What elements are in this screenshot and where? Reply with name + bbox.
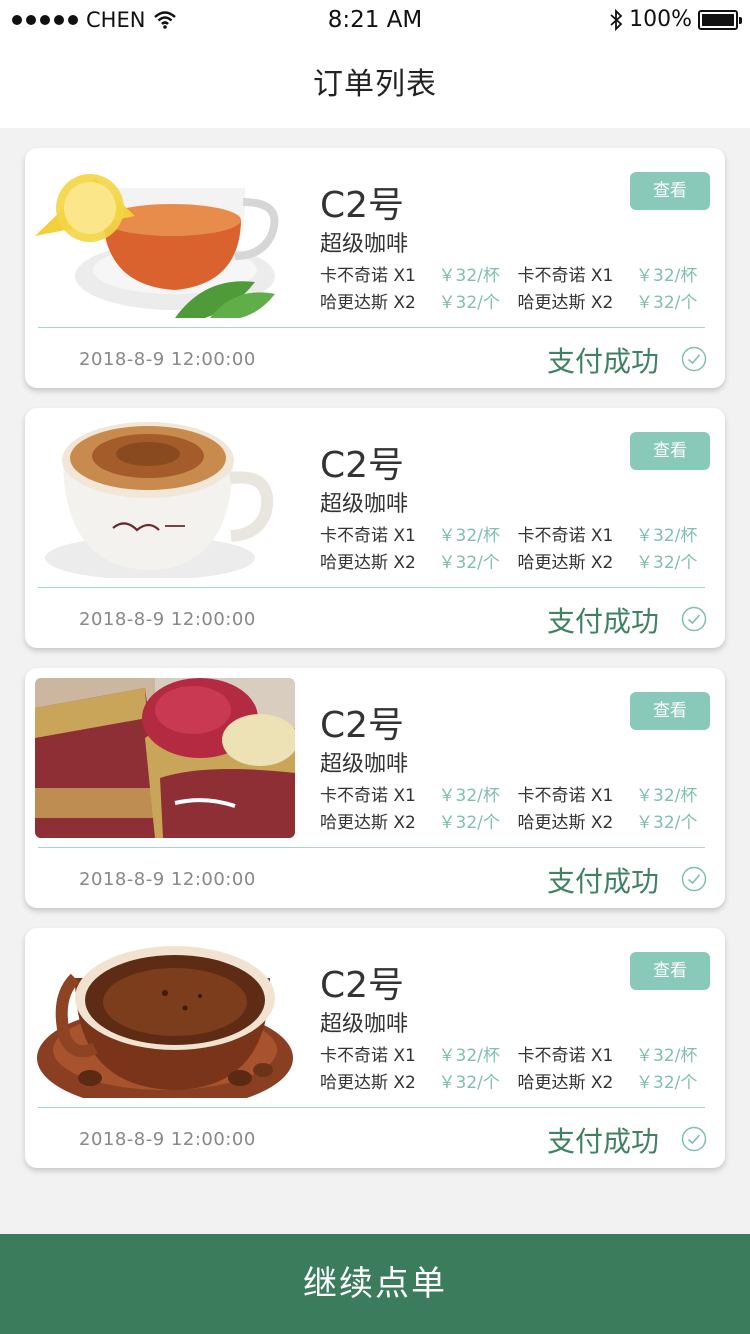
item-price: ￥32/个 [636,1073,698,1093]
item-price: ￥32/杯 [438,786,500,806]
battery-percent: 100% [629,7,692,32]
status-bar: CHEN 8:21 AM 100% [0,0,750,42]
check-circle-icon [681,606,707,632]
order-card[interactable]: C2号 超级咖啡 查看 卡不奇诺 X1 ￥32/杯 卡不奇诺 X1 ￥32/杯 … [25,928,725,1168]
check-circle-icon [681,866,707,892]
item-name: 哈更达斯 X2 [320,813,416,833]
item-name: 卡不奇诺 X1 [320,526,416,546]
item-price: ￥32/杯 [636,786,698,806]
item-row: 卡不奇诺 X1 ￥32/杯 卡不奇诺 X1 ￥32/杯 [320,780,715,807]
item-price: ￥32/个 [636,813,698,833]
card-divider [38,1107,705,1108]
view-button[interactable]: 查看 [630,952,710,990]
item-price: ￥32/杯 [636,266,698,286]
item-price: ￥32/杯 [438,1046,500,1066]
order-card[interactable]: C2号 超级咖啡 查看 卡不奇诺 X1 ￥32/杯 卡不奇诺 X1 ￥32/杯 … [25,668,725,908]
item-name: 卡不奇诺 X1 [517,1046,614,1066]
item-price: ￥32/杯 [636,526,698,546]
item-list: 卡不奇诺 X1 ￥32/杯 卡不奇诺 X1 ￥32/杯 哈更达斯 X2 ￥32/… [320,1040,715,1094]
item-row: 哈更达斯 X2 ￥32/个 哈更达斯 X2 ￥32/个 [320,547,715,574]
category-name: 超级咖啡 [320,492,409,517]
card-divider [38,327,705,328]
payment-status: 支付成功 [546,345,659,378]
item-name: 卡不奇诺 X1 [320,266,416,286]
order-time: 2018-8-9 12:00:00 [79,609,256,630]
item-row: 卡不奇诺 X1 ￥32/杯 卡不奇诺 X1 ￥32/杯 [320,520,715,547]
item-name: 卡不奇诺 X1 [517,786,614,806]
check-circle-icon [681,346,707,372]
item-name: 卡不奇诺 X1 [517,266,614,286]
nav-bar: 订单列表 [0,42,750,128]
item-name: 哈更达斯 X2 [320,293,416,313]
item-price: ￥32/个 [636,293,698,313]
item-name: 哈更达斯 X2 [320,553,416,573]
shop-name: C2号 [320,965,405,1006]
item-name: 卡不奇诺 X1 [320,786,416,806]
card-divider [38,847,705,848]
cappuccino-cup-image [35,418,295,578]
status-right: 100% [609,7,742,32]
item-price: ￥32/个 [438,293,500,313]
order-card[interactable]: C2号 超级咖啡 查看 卡不奇诺 X1 ￥32/杯 卡不奇诺 X1 ￥32/杯 … [25,408,725,648]
item-price: ￥32/杯 [636,1046,698,1066]
item-name: 哈更达斯 X2 [320,1073,416,1093]
item-row: 卡不奇诺 X1 ￥32/杯 卡不奇诺 X1 ￥32/杯 [320,1040,715,1067]
item-list: 卡不奇诺 X1 ￥32/杯 卡不奇诺 X1 ￥32/杯 哈更达斯 X2 ￥32/… [320,780,715,834]
item-row: 卡不奇诺 X1 ￥32/杯 卡不奇诺 X1 ￥32/杯 [320,260,715,287]
item-name: 哈更达斯 X2 [517,1073,614,1093]
order-card[interactable]: C2号 超级咖啡 查看 卡不奇诺 X1 ￥32/杯 卡不奇诺 X1 ￥32/杯 … [25,148,725,388]
category-name: 超级咖啡 [320,1012,409,1037]
shop-name: C2号 [320,185,405,226]
tea-cup-image [35,158,295,318]
order-list: C2号 超级咖啡 查看 卡不奇诺 X1 ￥32/杯 卡不奇诺 X1 ￥32/杯 … [25,148,725,1188]
item-price: ￥32/个 [438,1073,500,1093]
battery-icon [698,9,742,30]
item-row: 哈更达斯 X2 ￥32/个 哈更达斯 X2 ￥32/个 [320,1067,715,1094]
order-time: 2018-8-9 12:00:00 [79,869,256,890]
page-title: 订单列表 [313,67,437,102]
view-button[interactable]: 查看 [630,432,710,470]
view-button[interactable]: 查看 [630,692,710,730]
item-price: ￥32/个 [438,813,500,833]
shop-name: C2号 [320,705,405,746]
shop-name: C2号 [320,445,405,486]
category-name: 超级咖啡 [320,752,409,777]
item-name: 哈更达斯 X2 [517,813,614,833]
coffee-cup-image [35,938,295,1098]
card-divider [38,587,705,588]
order-time: 2018-8-9 12:00:00 [79,1129,256,1150]
item-name: 卡不奇诺 X1 [320,1046,416,1066]
item-list: 卡不奇诺 X1 ￥32/杯 卡不奇诺 X1 ￥32/杯 哈更达斯 X2 ￥32/… [320,520,715,574]
bluetooth-icon [610,8,623,31]
check-circle-icon [681,1126,707,1152]
item-price: ￥32/杯 [438,266,500,286]
item-row: 哈更达斯 X2 ￥32/个 哈更达斯 X2 ￥32/个 [320,807,715,834]
category-name: 超级咖啡 [320,232,409,257]
item-price: ￥32/杯 [438,526,500,546]
item-name: 哈更达斯 X2 [517,293,614,313]
item-row: 哈更达斯 X2 ￥32/个 哈更达斯 X2 ￥32/个 [320,287,715,314]
payment-status: 支付成功 [546,1125,659,1158]
payment-status: 支付成功 [546,605,659,638]
item-price: ￥32/个 [636,553,698,573]
item-list: 卡不奇诺 X1 ￥32/杯 卡不奇诺 X1 ￥32/杯 哈更达斯 X2 ￥32/… [320,260,715,314]
ice-cream-image [35,678,295,838]
payment-status: 支付成功 [546,865,659,898]
view-button[interactable]: 查看 [630,172,710,210]
item-name: 卡不奇诺 X1 [517,526,614,546]
order-time: 2018-8-9 12:00:00 [79,349,256,370]
continue-order-button[interactable]: 继续点单 [0,1234,750,1334]
item-name: 哈更达斯 X2 [517,553,614,573]
item-price: ￥32/个 [438,553,500,573]
